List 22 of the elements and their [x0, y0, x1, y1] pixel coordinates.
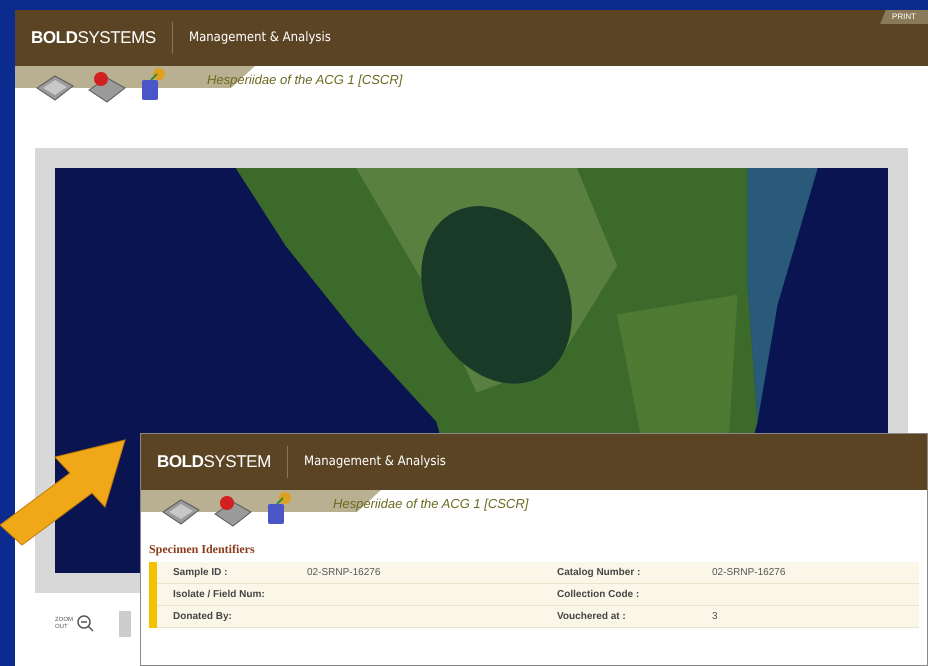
field-label: Collection Code : [557, 588, 640, 602]
zoom-out-icon[interactable] [77, 615, 95, 633]
field-label: Catalog Number : [557, 566, 642, 580]
accent-bar [149, 562, 157, 628]
field-label: Donated By: [172, 610, 233, 624]
panel-edge [119, 611, 131, 637]
field-label: Sample ID : [172, 566, 228, 580]
section-heading: Specimen Identifiers [149, 541, 256, 558]
section-title: Management & Analysis [304, 453, 446, 472]
field-value: 02-SRNP-16276 [307, 567, 380, 578]
project-title: Hesperiidae of the ACG 1 [CSCR] [207, 71, 402, 89]
building-icon[interactable] [87, 70, 127, 104]
brand-logo: BOLDSYSTEM [157, 451, 271, 474]
field-value: 3 [712, 611, 718, 622]
field-value: 02-SRNP-16276 [712, 567, 786, 578]
section-title: Management & Analysis [188, 29, 331, 48]
field-label: Isolate / Field Num: [172, 588, 266, 602]
print-tab[interactable]: PRINT [880, 10, 928, 24]
field-label: Vouchered at : [557, 610, 627, 624]
building-icon[interactable] [213, 494, 253, 528]
brand-logo: BOLDSYSTEMS [31, 27, 156, 50]
project-title: Hesperiidae of the ACG 1 [CSCR] [333, 495, 528, 513]
